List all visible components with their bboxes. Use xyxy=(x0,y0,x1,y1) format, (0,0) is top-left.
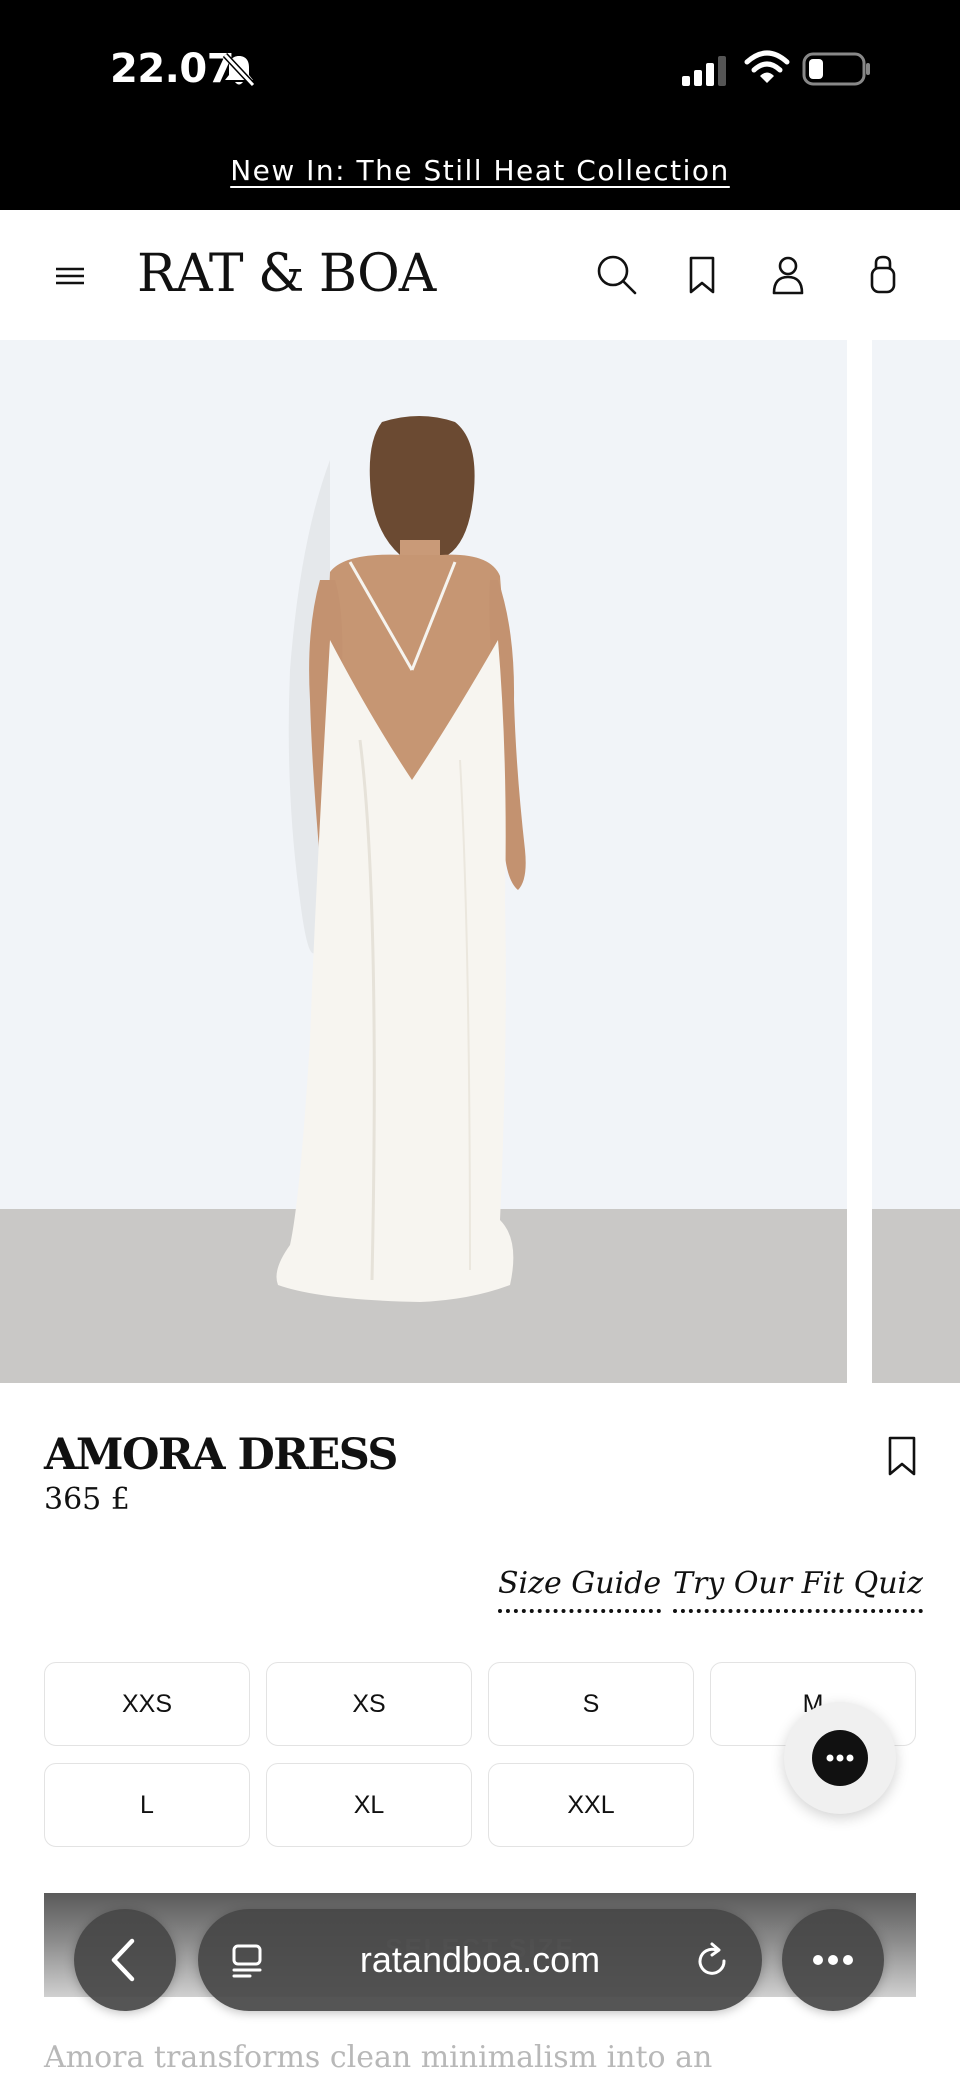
browser-more-button[interactable] xyxy=(782,1909,884,2011)
search-icon[interactable] xyxy=(592,250,642,300)
product-title: AMORA DRESS xyxy=(44,1430,398,1480)
product-image[interactable] xyxy=(0,340,847,1383)
account-icon[interactable] xyxy=(763,250,813,300)
product-gallery[interactable] xyxy=(0,340,960,1383)
wishlist-bookmark-icon[interactable] xyxy=(880,1432,924,1480)
chat-button[interactable] xyxy=(784,1702,896,1814)
chat-bubble-icon xyxy=(812,1730,868,1786)
size-guide-link[interactable]: Size Guide xyxy=(498,1566,662,1613)
bell-off-icon xyxy=(222,52,256,88)
more-dots-icon xyxy=(826,1754,854,1762)
size-option[interactable]: XXS xyxy=(44,1662,250,1746)
size-option[interactable]: L xyxy=(44,1763,250,1847)
battery-icon xyxy=(802,52,870,86)
url-text: ratandboa.com xyxy=(359,1939,601,1980)
size-option[interactable]: XS xyxy=(266,1662,472,1746)
status-bar: 22.07 xyxy=(0,0,960,140)
ellipsis-icon xyxy=(813,1955,853,1965)
announcement-bar: New In: The Still Heat Collection xyxy=(0,140,960,210)
address-bar[interactable]: ratandboa.com xyxy=(198,1909,762,2011)
size-option[interactable]: S xyxy=(488,1662,694,1746)
signal-icon xyxy=(682,56,726,86)
browser-back-button[interactable] xyxy=(74,1909,176,2011)
wifi-icon xyxy=(744,50,790,83)
bag-icon[interactable] xyxy=(858,250,908,300)
status-time: 22.07 xyxy=(110,46,235,92)
fit-quiz-link[interactable]: Try Our Fit Quiz xyxy=(673,1566,923,1613)
announcement-link[interactable]: New In: The Still Heat Collection xyxy=(0,154,960,187)
bookmark-icon[interactable] xyxy=(677,250,727,300)
product-description: Amora transforms clean minimalism into a… xyxy=(44,2040,713,2075)
floor-backdrop-next xyxy=(872,1209,960,1383)
chevron-left-icon xyxy=(111,1938,135,1982)
menu-icon[interactable] xyxy=(50,258,90,294)
model-photo xyxy=(276,416,526,1302)
size-option[interactable]: XL xyxy=(266,1763,472,1847)
reload-icon[interactable] xyxy=(692,1941,732,1981)
next-product-image[interactable] xyxy=(872,340,960,1383)
site-header: RAT & BOA xyxy=(0,210,960,340)
brand-logo[interactable]: RAT & BOA xyxy=(137,244,436,304)
size-option[interactable]: XXL xyxy=(488,1763,694,1847)
product-price: 365 £ xyxy=(44,1482,130,1517)
